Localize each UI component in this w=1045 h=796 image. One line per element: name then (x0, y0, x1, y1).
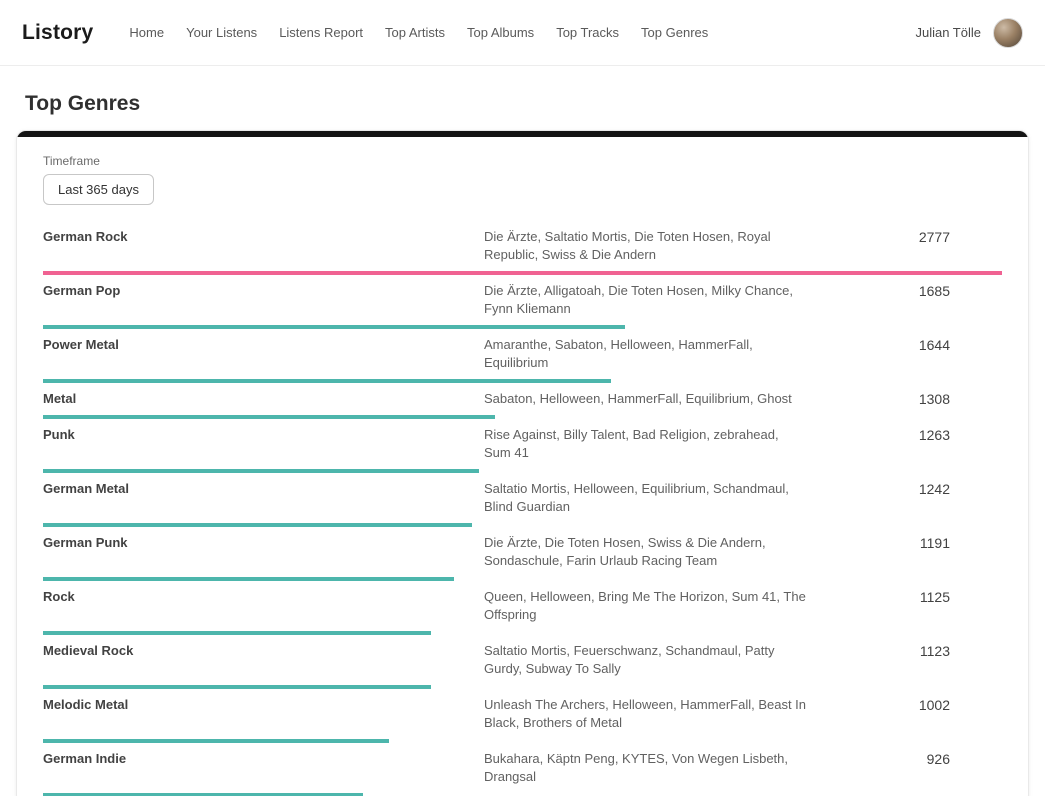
genre-bar-fill (43, 415, 495, 419)
genre-bar-track (43, 685, 1002, 689)
genre-bar-fill (43, 379, 611, 383)
nav-item-home[interactable]: Home (129, 25, 164, 40)
genre-row: German MetalSaltatio Mortis, Helloween, … (43, 480, 1002, 527)
genre-name: Medieval Rock (43, 642, 484, 660)
genre-bar-track (43, 469, 1002, 473)
genre-bar-track (43, 379, 1002, 383)
genre-listen-count: 2777 (806, 228, 1002, 246)
nav-links: Home Your Listens Listens Report Top Art… (129, 25, 915, 40)
genre-top-artists: Amaranthe, Sabaton, Helloween, HammerFal… (484, 336, 806, 372)
user-name[interactable]: Julian Tölle (915, 25, 981, 40)
navbar: Listory Home Your Listens Listens Report… (0, 0, 1045, 66)
page-title: Top Genres (25, 92, 1020, 116)
genre-top-artists: Unleash The Archers, Helloween, HammerFa… (484, 696, 806, 732)
genre-bar-fill (43, 685, 431, 689)
genre-name: Punk (43, 426, 484, 444)
genre-row-main: German RockDie Ärzte, Saltatio Mortis, D… (43, 228, 1002, 264)
genre-listen-count: 1308 (806, 390, 1002, 408)
genre-listen-count: 1123 (806, 642, 1002, 660)
genre-row-main: German PopDie Ärzte, Alligatoah, Die Tot… (43, 282, 1002, 318)
genre-name: German Punk (43, 534, 484, 552)
nav-item-top-artists[interactable]: Top Artists (385, 25, 445, 40)
genre-top-artists: Saltatio Mortis, Helloween, Equilibrium,… (484, 480, 806, 516)
genre-row: German PunkDie Ärzte, Die Toten Hosen, S… (43, 534, 1002, 581)
genre-bar-fill (43, 523, 472, 527)
navbar-user-area: Julian Tölle (915, 18, 1023, 48)
genre-bar-fill (43, 469, 479, 473)
genre-bar-fill (43, 631, 431, 635)
genre-row: Power MetalAmaranthe, Sabaton, Helloween… (43, 336, 1002, 383)
genre-bar-track (43, 739, 1002, 743)
genre-row: German IndieBukahara, Käptn Peng, KYTES,… (43, 750, 1002, 796)
genre-row: German RockDie Ärzte, Saltatio Mortis, D… (43, 228, 1002, 275)
genre-name: Metal (43, 390, 484, 408)
genre-bar-track (43, 631, 1002, 635)
genre-bar-track (43, 325, 1002, 329)
genre-row: RockQueen, Helloween, Bring Me The Horiz… (43, 588, 1002, 635)
genre-top-artists: Die Ärzte, Saltatio Mortis, Die Toten Ho… (484, 228, 806, 264)
genre-row-main: RockQueen, Helloween, Bring Me The Horiz… (43, 588, 1002, 624)
genre-row-main: German MetalSaltatio Mortis, Helloween, … (43, 480, 1002, 516)
genre-bar-fill (43, 325, 625, 329)
genre-row: MetalSabaton, Helloween, HammerFall, Equ… (43, 390, 1002, 419)
genre-bar-track (43, 577, 1002, 581)
genre-name: German Pop (43, 282, 484, 300)
genre-listen-count: 1125 (806, 588, 1002, 606)
brand-logo[interactable]: Listory (22, 21, 93, 45)
genre-row: German PopDie Ärzte, Alligatoah, Die Tot… (43, 282, 1002, 329)
timeframe-label: Timeframe (43, 154, 1002, 168)
genre-list: German RockDie Ärzte, Saltatio Mortis, D… (43, 228, 1002, 796)
genre-row-main: MetalSabaton, Helloween, HammerFall, Equ… (43, 390, 1002, 408)
genre-top-artists: Die Ärzte, Die Toten Hosen, Swiss & Die … (484, 534, 806, 570)
genre-name: German Indie (43, 750, 484, 768)
genre-listen-count: 1644 (806, 336, 1002, 354)
genre-row: Medieval RockSaltatio Mortis, Feuerschwa… (43, 642, 1002, 689)
genre-row: PunkRise Against, Billy Talent, Bad Reli… (43, 426, 1002, 473)
genre-name: German Metal (43, 480, 484, 498)
genre-bar-track (43, 415, 1002, 419)
genre-top-artists: Bukahara, Käptn Peng, KYTES, Von Wegen L… (484, 750, 806, 786)
genre-listen-count: 926 (806, 750, 1002, 768)
genre-listen-count: 1685 (806, 282, 1002, 300)
genre-row-main: Power MetalAmaranthe, Sabaton, Helloween… (43, 336, 1002, 372)
genre-row-main: German PunkDie Ärzte, Die Toten Hosen, S… (43, 534, 1002, 570)
genre-row-main: Medieval RockSaltatio Mortis, Feuerschwa… (43, 642, 1002, 678)
genre-listen-count: 1191 (806, 534, 1002, 552)
genre-bar-fill (43, 739, 389, 743)
genre-top-artists: Die Ärzte, Alligatoah, Die Toten Hosen, … (484, 282, 806, 318)
genre-bar-fill (43, 271, 1002, 275)
top-genres-card: Timeframe Last 365 days German RockDie Ä… (16, 130, 1029, 796)
genre-row-main: German IndieBukahara, Käptn Peng, KYTES,… (43, 750, 1002, 786)
genre-bar-fill (43, 577, 454, 581)
user-avatar[interactable] (993, 18, 1023, 48)
genre-top-artists: Saltatio Mortis, Feuerschwanz, Schandmau… (484, 642, 806, 678)
nav-item-top-albums[interactable]: Top Albums (467, 25, 534, 40)
genre-name: German Rock (43, 228, 484, 246)
genre-row: Melodic MetalUnleash The Archers, Hellow… (43, 696, 1002, 743)
genre-top-artists: Rise Against, Billy Talent, Bad Religion… (484, 426, 806, 462)
genre-listen-count: 1002 (806, 696, 1002, 714)
nav-item-top-genres[interactable]: Top Genres (641, 25, 708, 40)
genre-top-artists: Queen, Helloween, Bring Me The Horizon, … (484, 588, 806, 624)
nav-item-listens-report[interactable]: Listens Report (279, 25, 363, 40)
timeframe-select[interactable]: Last 365 days (43, 174, 154, 205)
genre-name: Rock (43, 588, 484, 606)
card-body: Timeframe Last 365 days German RockDie Ä… (17, 137, 1028, 796)
genre-listen-count: 1263 (806, 426, 1002, 444)
genre-name: Melodic Metal (43, 696, 484, 714)
genre-top-artists: Sabaton, Helloween, HammerFall, Equilibr… (484, 390, 806, 408)
nav-item-top-tracks[interactable]: Top Tracks (556, 25, 619, 40)
genre-bar-track (43, 271, 1002, 275)
genre-listen-count: 1242 (806, 480, 1002, 498)
genre-bar-track (43, 523, 1002, 527)
genre-name: Power Metal (43, 336, 484, 354)
nav-item-your-listens[interactable]: Your Listens (186, 25, 257, 40)
genre-row-main: Melodic MetalUnleash The Archers, Hellow… (43, 696, 1002, 732)
genre-row-main: PunkRise Against, Billy Talent, Bad Reli… (43, 426, 1002, 462)
